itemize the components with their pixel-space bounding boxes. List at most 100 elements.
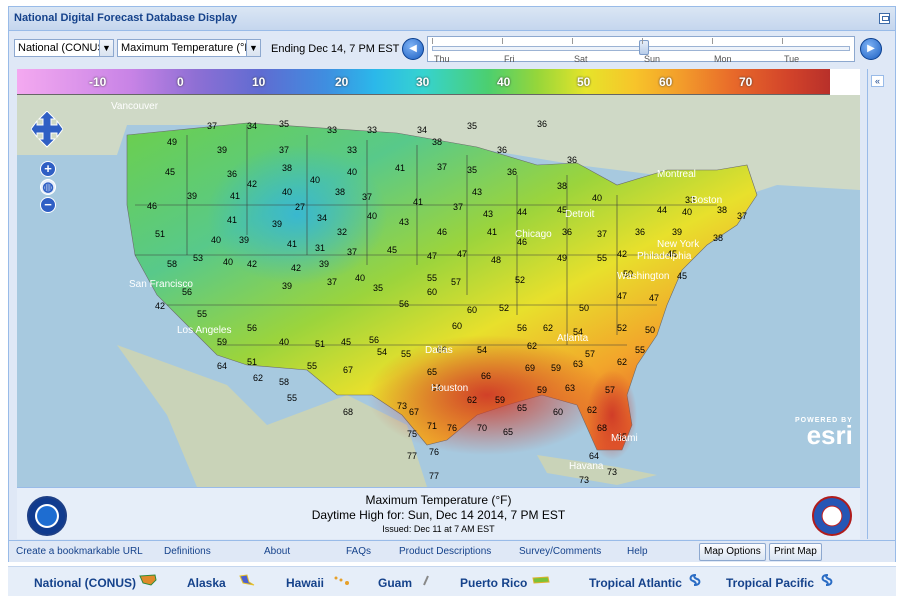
temp-value: 33 [367, 125, 377, 135]
chevron-down-icon[interactable]: ▼ [246, 40, 260, 56]
temp-value: 76 [429, 447, 439, 457]
temp-value: 39 [672, 227, 682, 237]
time-slider-thumb[interactable] [639, 40, 649, 55]
guam-map-icon[interactable] [418, 574, 436, 586]
puerto-rico-map-icon[interactable] [532, 574, 550, 586]
temp-value: 40 [279, 337, 289, 347]
temp-value: 35 [467, 121, 477, 131]
temp-value: 69 [525, 363, 535, 373]
temp-value: 35 [279, 119, 289, 129]
temp-value: 54 [477, 345, 487, 355]
about-link[interactable]: About [264, 546, 290, 557]
temp-value: 70 [477, 423, 487, 433]
legend-label: 30 [416, 75, 430, 89]
zoom-in-button[interactable]: + [40, 161, 56, 177]
timeline-tick [782, 38, 783, 44]
temp-value: 48 [491, 255, 501, 265]
temp-value: 41 [230, 191, 240, 201]
faqs-link[interactable]: FAQs [346, 546, 371, 557]
temp-value: 51 [155, 229, 165, 239]
region-tab-alaska[interactable]: Alaska [187, 576, 226, 590]
temp-value: 57 [585, 349, 595, 359]
temp-value: 47 [427, 251, 437, 261]
help-link[interactable]: Help [627, 546, 648, 557]
temp-value: 42 [155, 301, 165, 311]
zoom-out-button[interactable]: − [40, 197, 56, 213]
temp-value: 40 [211, 235, 221, 245]
temp-value: 41 [287, 239, 297, 249]
temp-value: 38 [557, 181, 567, 191]
temperature-map[interactable]: 49 37 34 35 33 33 34 35 36 36 39 37 33 3… [17, 95, 860, 487]
temp-value: 36 [497, 145, 507, 155]
temp-value: 62 [587, 405, 597, 415]
region-tab-guam[interactable]: Guam [378, 576, 412, 590]
temp-value: 66 [481, 371, 491, 381]
previous-time-button[interactable]: ◀ [402, 38, 424, 60]
city-label: Detroit [565, 209, 595, 220]
footer-links: Create a bookmarkable URL Definitions Ab… [9, 540, 895, 562]
legend-label: 60 [659, 75, 673, 89]
temp-value: 60 [553, 407, 563, 417]
temp-value: 42 [247, 259, 257, 269]
temp-value: 37 [279, 145, 289, 155]
temp-value: 39 [217, 145, 227, 155]
temp-value: 41 [227, 215, 237, 225]
temp-value: 36 [537, 119, 547, 129]
pan-control-icon[interactable] [30, 110, 64, 157]
hawaii-map-icon[interactable] [333, 574, 351, 586]
temp-value: 45 [387, 245, 397, 255]
temp-value: 73 [397, 401, 407, 411]
globe-icon[interactable]: ◍ [40, 179, 56, 195]
temp-value: 62 [617, 357, 627, 367]
region-select-value: National (CONUS [18, 42, 105, 54]
temp-value: 35 [467, 165, 477, 175]
conus-map-icon[interactable] [139, 574, 157, 586]
temp-value: 44 [517, 207, 527, 217]
region-tab-puerto-rico[interactable]: Puerto Rico [460, 576, 527, 590]
hurricane-icon[interactable] [818, 574, 836, 586]
alaska-map-icon[interactable] [237, 574, 255, 586]
temp-value: 64 [217, 361, 227, 371]
temp-value: 57 [451, 277, 461, 287]
region-tab-tropical-pacific[interactable]: Tropical Pacific [726, 576, 814, 590]
map-options-button[interactable]: Map Options [699, 543, 766, 561]
temp-value: 54 [377, 347, 387, 357]
temp-value: 34 [317, 213, 327, 223]
expand-sidebar-icon[interactable]: « [871, 75, 884, 87]
bookmark-link[interactable]: Create a bookmarkable URL [16, 546, 143, 557]
temp-value: 40 [310, 175, 320, 185]
temp-value: 43 [483, 209, 493, 219]
temp-value: 60 [467, 305, 477, 315]
warm-florida [587, 370, 637, 460]
legend-label: 50 [577, 75, 591, 89]
collapse-panel-icon[interactable] [879, 13, 890, 24]
temp-value: 38 [717, 205, 727, 215]
hurricane-icon[interactable] [686, 574, 704, 586]
city-label: Philadelphia [637, 251, 692, 262]
temp-value: 37 [327, 277, 337, 287]
city-label: Boston [691, 195, 722, 206]
timeline-day-label: Mon [714, 54, 732, 64]
element-select[interactable]: Maximum Temperature (°F ▼ [117, 39, 261, 57]
region-tab-hawaii[interactable]: Hawaii [286, 576, 324, 590]
temp-value: 31 [315, 243, 325, 253]
time-slider[interactable]: Thu Fri Sat Sun Mon Tue [427, 36, 855, 64]
temp-value: 37 [597, 229, 607, 239]
temp-value: 63 [565, 383, 575, 393]
survey-link[interactable]: Survey/Comments [519, 546, 601, 557]
region-tab-tropical-atlantic[interactable]: Tropical Atlantic [589, 576, 682, 590]
map-view[interactable]: -10 0 10 20 30 40 50 60 70 49 37 34 35 3… [17, 69, 860, 487]
next-time-button[interactable]: ▶ [860, 38, 882, 60]
timeline-day-label: Sat [574, 54, 588, 64]
region-tab-conus[interactable]: National (CONUS) [34, 576, 136, 590]
temp-value: 38 [713, 233, 723, 243]
product-descriptions-link[interactable]: Product Descriptions [399, 546, 491, 557]
region-select[interactable]: National (CONUS ▼ [14, 39, 114, 57]
esri-attribution: POWERED BY esri [795, 417, 853, 448]
temp-value: 62 [543, 323, 553, 333]
temp-value: 34 [247, 121, 257, 131]
print-map-button[interactable]: Print Map [769, 543, 822, 561]
temp-value: 42 [291, 263, 301, 273]
chevron-down-icon[interactable]: ▼ [99, 40, 113, 56]
definitions-link[interactable]: Definitions [164, 546, 211, 557]
